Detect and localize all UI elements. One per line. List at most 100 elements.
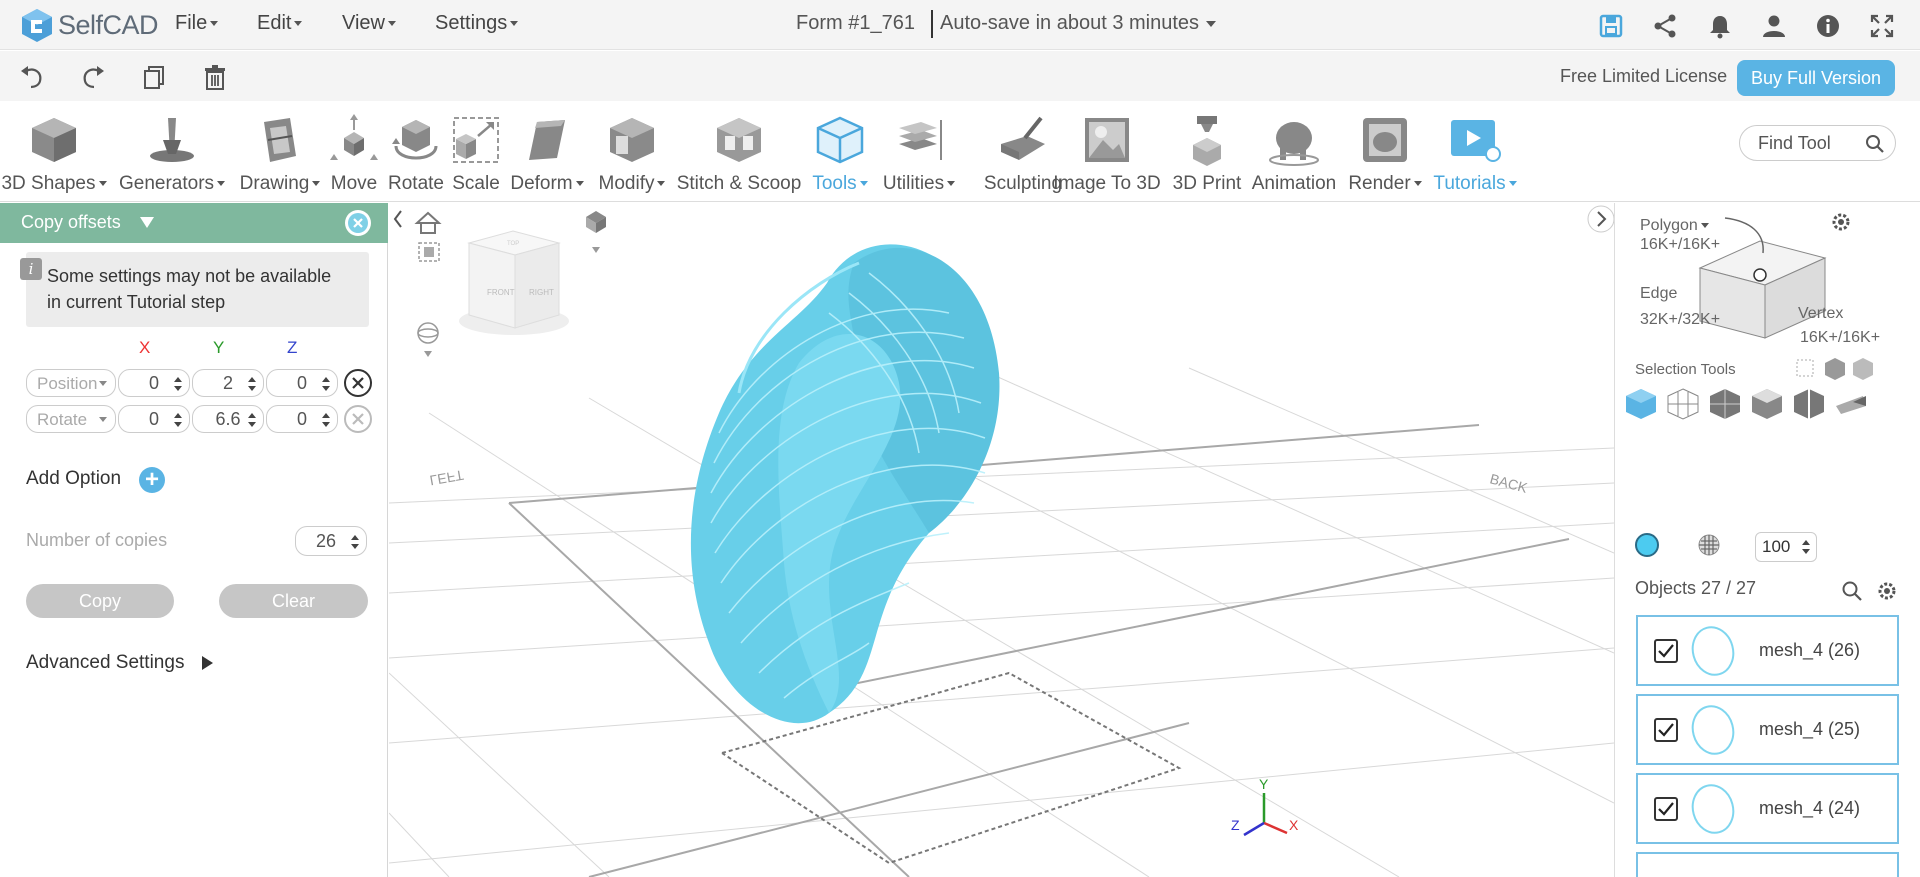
menu-edit[interactable]: Edit — [257, 12, 302, 35]
rotate-select[interactable]: Rotate — [26, 405, 116, 433]
share-icon[interactable] — [1651, 12, 1679, 40]
gear-icon[interactable] — [1876, 580, 1898, 602]
view-cube[interactable]: FRONT RIGHT TOP — [459, 230, 569, 335]
advanced-settings-toggle[interactable]: Advanced Settings — [26, 652, 184, 674]
object-item[interactable]: mesh_4 (24) — [1636, 773, 1899, 844]
object-name[interactable]: mesh_4 (25) — [1759, 719, 1860, 740]
rotate-z-input[interactable]: 0 — [266, 405, 338, 433]
find-tool-search[interactable] — [1739, 125, 1896, 161]
add-option-button[interactable]: + — [139, 467, 165, 493]
panel-close-button[interactable] — [345, 210, 371, 236]
object-item[interactable] — [1636, 852, 1899, 877]
material-icon[interactable] — [1697, 533, 1721, 557]
stepper-icon[interactable] — [322, 376, 330, 392]
position-select[interactable]: Position — [26, 369, 116, 397]
tool-tutorials[interactable]: Tutorials — [1430, 102, 1520, 202]
panel-collapse-icon[interactable] — [140, 217, 154, 228]
search-icon[interactable] — [1841, 580, 1863, 602]
tool-modify[interactable]: Modify — [594, 102, 670, 202]
object-item[interactable]: mesh_4 (25) — [1636, 694, 1899, 765]
view-cube-right[interactable]: RIGHT — [529, 288, 554, 297]
collapse-right-icon[interactable] — [1587, 205, 1614, 233]
buy-full-version-button[interactable]: Buy Full Version — [1737, 60, 1895, 96]
tool-animation[interactable]: Animation — [1246, 102, 1342, 202]
tool-drawing[interactable]: Drawing — [234, 102, 326, 202]
user-icon[interactable] — [1760, 12, 1788, 40]
snap-view-icon[interactable] — [586, 211, 606, 253]
fullscreen-icon[interactable] — [1868, 12, 1896, 40]
color-picker-swatch[interactable] — [1635, 533, 1659, 557]
expand-arrow-icon[interactable] — [202, 656, 213, 670]
perspective-icon[interactable] — [417, 322, 439, 357]
position-y-input[interactable]: 2 — [192, 369, 264, 397]
view-cube-top[interactable]: TOP — [507, 241, 519, 247]
stepper-icon[interactable] — [248, 412, 256, 428]
trash-icon[interactable] — [201, 63, 229, 91]
rotate-x-input[interactable]: 0 — [118, 405, 190, 433]
copy-button[interactable]: Copy — [26, 584, 174, 618]
object-name[interactable]: mesh_4 (24) — [1759, 798, 1860, 819]
select-face-mode-icon[interactable] — [1707, 386, 1743, 422]
menu-view[interactable]: View — [342, 12, 396, 35]
tool-stitch-scoop[interactable]: Stitch & Scoop — [676, 102, 802, 202]
bell-icon[interactable] — [1706, 12, 1734, 40]
info-icon[interactable] — [1814, 12, 1842, 40]
selfcad-logo[interactable]: SelfCAD — [20, 4, 159, 46]
tool-move[interactable]: Move — [326, 102, 382, 202]
stepper-icon[interactable] — [248, 376, 256, 392]
tool-rotate[interactable]: Rotate — [384, 102, 448, 202]
stepper-icon[interactable] — [174, 376, 182, 392]
remove-position-button[interactable] — [344, 369, 372, 397]
tool-utilities[interactable]: Utilities — [874, 102, 964, 202]
tool-generators[interactable]: Generators — [114, 102, 230, 202]
tool-render[interactable]: Render — [1344, 102, 1426, 202]
number-of-copies-input[interactable]: 26 — [295, 526, 367, 556]
scene-canvas[interactable]: LEFT BACK FRONT RIGHT TOP Y X Z — [389, 203, 1614, 877]
twisted-band-model[interactable] — [690, 244, 1000, 724]
select-edge-mode-icon[interactable] — [1791, 386, 1827, 422]
clear-button[interactable]: Clear — [219, 584, 368, 618]
stepper-icon[interactable] — [322, 412, 330, 428]
object-visibility-checkbox[interactable] — [1654, 639, 1678, 663]
redo-icon[interactable] — [79, 63, 107, 91]
menu-settings[interactable]: Settings — [435, 12, 518, 35]
3d-viewport[interactable]: LEFT BACK FRONT RIGHT TOP Y X Z — [389, 203, 1614, 877]
tool-deform[interactable]: Deform — [507, 102, 587, 202]
stepper-icon[interactable] — [174, 412, 182, 428]
opacity-input[interactable]: 100 — [1755, 532, 1817, 562]
remove-rotate-button[interactable] — [344, 405, 372, 433]
object-visibility-checkbox[interactable] — [1654, 718, 1678, 742]
tool-scale[interactable]: Scale — [448, 102, 504, 202]
tool-tools[interactable]: Tools — [808, 102, 872, 202]
find-tool-input[interactable] — [1758, 133, 1858, 154]
rotate-y-input[interactable]: 6.6 — [192, 405, 264, 433]
collapse-left-icon[interactable] — [393, 210, 402, 228]
select-rect-icon[interactable] — [1795, 356, 1819, 380]
object-visibility-checkbox[interactable] — [1654, 797, 1678, 821]
save-icon[interactable] — [1597, 12, 1625, 40]
tool-3d-shapes[interactable]: 3D Shapes — [0, 102, 108, 202]
stepper-icon[interactable] — [1802, 539, 1810, 555]
select-object-mode-icon[interactable] — [1623, 386, 1659, 422]
undo-icon[interactable] — [18, 63, 46, 91]
select-vertex-mode-icon[interactable] — [1833, 386, 1869, 422]
select-mesh-mode-icon[interactable] — [1665, 386, 1701, 422]
tool-3d-print[interactable]: 3D Print — [1168, 102, 1246, 202]
zoom-fit-icon[interactable] — [418, 242, 440, 262]
position-x-input[interactable]: 0 — [118, 369, 190, 397]
stepper-icon[interactable] — [351, 534, 359, 550]
object-item[interactable]: mesh_4 (26) — [1636, 615, 1899, 686]
view-cube-front[interactable]: FRONT — [487, 288, 515, 297]
search-icon[interactable] — [1865, 134, 1885, 154]
document-title[interactable]: Form #1_761 — [796, 12, 915, 35]
tool-image-to-3d[interactable]: Image To 3D — [1052, 102, 1162, 202]
autosave-status[interactable]: Auto-save in about 3 minutes — [940, 12, 1216, 35]
menu-file[interactable]: File — [175, 12, 218, 35]
select-object-icon[interactable] — [1823, 356, 1847, 380]
home-icon[interactable] — [414, 211, 442, 234]
select-all-icon[interactable] — [1851, 356, 1875, 380]
position-z-input[interactable]: 0 — [266, 369, 338, 397]
copy-icon[interactable] — [140, 63, 168, 91]
select-polygon-mode-icon[interactable] — [1749, 386, 1785, 422]
object-name[interactable]: mesh_4 (26) — [1759, 640, 1860, 661]
